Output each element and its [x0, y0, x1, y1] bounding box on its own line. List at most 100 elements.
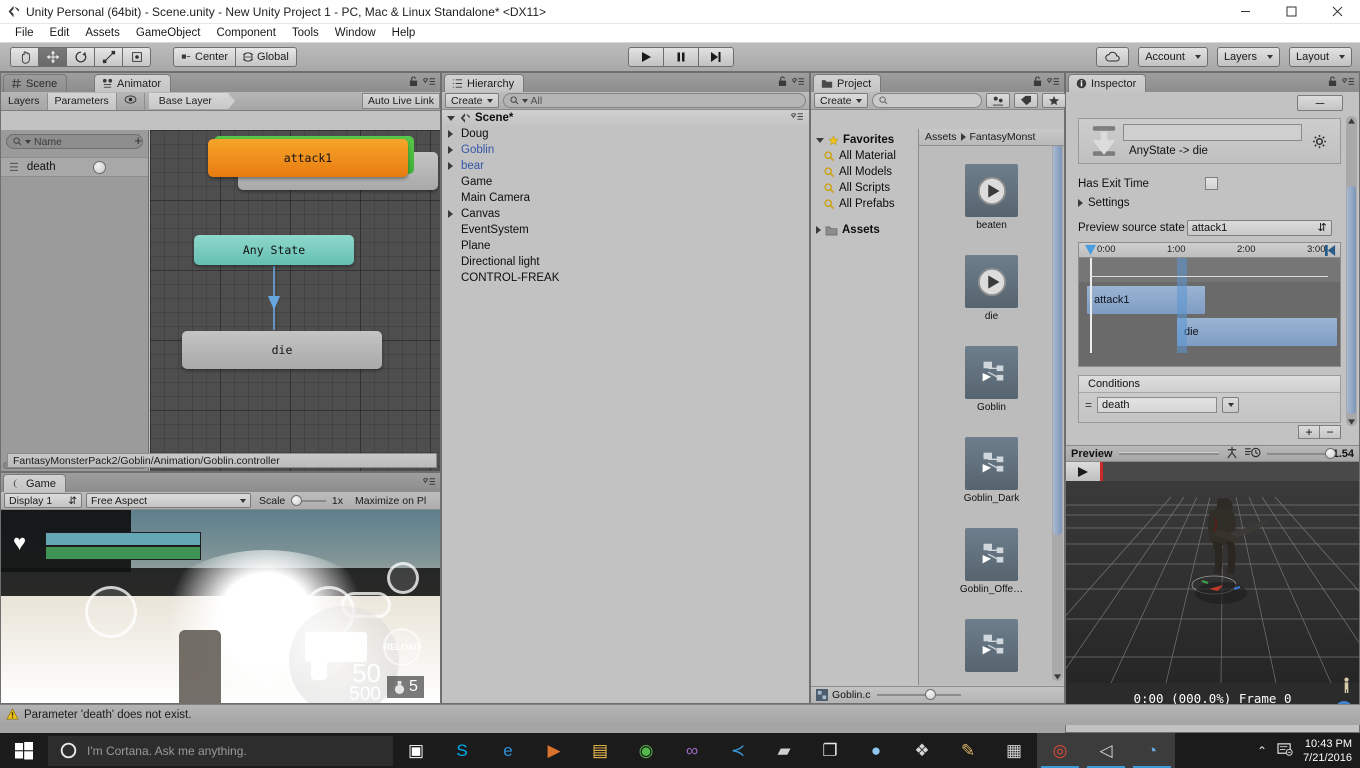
- rect-tool-button[interactable]: [122, 47, 151, 67]
- skype-icon[interactable]: S: [439, 733, 485, 768]
- scene-menu-icon[interactable]: [790, 112, 804, 124]
- windows-logo-icon[interactable]: [0, 733, 48, 768]
- parameter-search-input[interactable]: Name: [6, 134, 143, 149]
- chevron-down-icon[interactable]: [816, 137, 824, 143]
- account-dropdown[interactable]: Account: [1138, 47, 1208, 67]
- transition-name-input[interactable]: [1123, 124, 1302, 141]
- hierarchy-item-main-camera[interactable]: Main Camera: [442, 190, 809, 206]
- gear-icon[interactable]: [1312, 134, 1327, 152]
- menu-file[interactable]: File: [7, 24, 42, 43]
- project-favorite-all-prefabs[interactable]: All Prefabs: [811, 196, 918, 212]
- state-node-die[interactable]: die: [182, 331, 382, 369]
- project-zoom-slider-track[interactable]: [876, 689, 961, 700]
- preview-play-button[interactable]: [1066, 462, 1100, 481]
- project-asset-grid[interactable]: attack2 beaten die: [919, 129, 1064, 685]
- timeline-playhead[interactable]: [1177, 258, 1187, 353]
- hierarchy-item-canvas[interactable]: Canvas: [442, 206, 809, 222]
- asset-item-beaten[interactable]: beaten: [919, 164, 1064, 231]
- add-condition-button[interactable]: +: [1298, 425, 1320, 439]
- animator-eye-toggle[interactable]: [117, 92, 145, 110]
- tab-scene[interactable]: Scene: [3, 74, 68, 92]
- add-parameter-button[interactable]: +: [134, 134, 142, 147]
- chevron-right-icon[interactable]: [816, 226, 821, 234]
- preview-source-state-dropdown[interactable]: attack1 ⇵: [1186, 219, 1332, 236]
- has-exit-time-checkbox[interactable]: [1205, 177, 1218, 190]
- aspect-dropdown[interactable]: Free Aspect: [86, 493, 251, 508]
- chevron-down-icon[interactable]: [447, 115, 455, 121]
- lock-icon[interactable]: [409, 76, 418, 90]
- menu-window[interactable]: Window: [327, 24, 384, 43]
- hierarchy-item-plane[interactable]: Plane: [442, 238, 809, 254]
- media-player-icon[interactable]: ▶: [531, 733, 577, 768]
- state-node-attack1[interactable]: attack1: [208, 139, 408, 177]
- tab-hierarchy[interactable]: Hierarchy: [444, 74, 525, 92]
- hud-aim-button[interactable]: [387, 562, 419, 594]
- menu-gameobject[interactable]: GameObject: [128, 24, 209, 43]
- favorites-filter-button[interactable]: [1041, 93, 1066, 108]
- hierarchy-create-button[interactable]: Create: [445, 93, 499, 108]
- transition-timeline[interactable]: 0:00 1:00 2:00 3:00 attack1 die: [1078, 242, 1341, 367]
- tab-project[interactable]: Project: [813, 74, 882, 92]
- maximize-on-play-button[interactable]: Maximize on Pl: [351, 493, 430, 508]
- visual-studio-icon[interactable]: ∞: [669, 733, 715, 768]
- scale-slider-group[interactable]: Scale 1x: [255, 493, 347, 508]
- inspector-minimize-button[interactable]: ─: [1297, 95, 1343, 111]
- project-create-button[interactable]: Create: [814, 93, 868, 108]
- filter-by-label-button[interactable]: [1013, 93, 1038, 108]
- animator-layer-breadcrumb[interactable]: Base Layer: [148, 93, 236, 109]
- tab-inspector[interactable]: Inspector: [1068, 74, 1147, 92]
- chevron-right-icon[interactable]: [448, 130, 453, 138]
- pivot-mode-button[interactable]: Center: [173, 47, 237, 67]
- project-vscrollbar[interactable]: [1052, 133, 1063, 681]
- asset-item-goblin[interactable]: Goblin: [919, 346, 1064, 413]
- photos-icon[interactable]: ❖: [899, 733, 945, 768]
- project-favorite-all-models[interactable]: All Models: [811, 164, 918, 180]
- lock-icon[interactable]: [1033, 76, 1042, 90]
- scale-slider-track[interactable]: [291, 494, 326, 506]
- preview-viewport[interactable]: 0:00 (000.0%) Frame 0: [1066, 462, 1359, 724]
- panel-menu-icon[interactable]: [422, 76, 436, 90]
- project-vscroll-thumb[interactable]: [1053, 145, 1062, 535]
- hierarchy-item-goblin[interactable]: Goblin: [442, 142, 809, 158]
- project-favorite-all-scripts[interactable]: All Scripts: [811, 180, 918, 196]
- project-zoom-slider-knob[interactable]: [924, 689, 936, 700]
- tray-expand-chevron-icon[interactable]: ⌃: [1257, 744, 1267, 758]
- hierarchy-item-doug[interactable]: Doug: [442, 126, 809, 142]
- chevron-right-icon[interactable]: [448, 210, 453, 218]
- file-explorer-icon[interactable]: ▤: [577, 733, 623, 768]
- cortana-search-input[interactable]: I'm Cortana. Ask me anything.: [48, 735, 393, 766]
- panel-menu-icon[interactable]: [422, 476, 436, 490]
- chrome-icon[interactable]: ◎: [1037, 733, 1083, 768]
- taskbar-clock[interactable]: 10:43 PM 7/21/2016: [1303, 737, 1352, 765]
- scroll-down-icon[interactable]: [1053, 672, 1062, 681]
- panel-menu-icon[interactable]: [791, 76, 805, 90]
- settings-foldout[interactable]: Settings: [1078, 194, 1341, 211]
- pause-button[interactable]: [663, 47, 699, 67]
- scroll-up-icon[interactable]: [1347, 116, 1356, 125]
- filter-by-type-button[interactable]: [985, 93, 1010, 108]
- preview-speed-slider-knob[interactable]: [1324, 447, 1336, 459]
- hand-tool-button[interactable]: [10, 47, 39, 67]
- preview-speed-slider-track[interactable]: [1266, 447, 1336, 459]
- timeline-clip-die[interactable]: die: [1177, 318, 1337, 346]
- calculator-icon[interactable]: ▦: [991, 733, 1037, 768]
- breadcrumb-assets[interactable]: Assets: [925, 131, 957, 143]
- layers-dropdown[interactable]: Layers: [1216, 47, 1280, 67]
- project-favorite-all-material[interactable]: All Material: [811, 148, 918, 164]
- tab-animator[interactable]: Animator: [94, 74, 172, 92]
- hierarchy-scene-root[interactable]: Scene*: [442, 110, 809, 126]
- lock-icon[interactable]: [778, 76, 787, 90]
- lock-icon[interactable]: [1328, 76, 1337, 90]
- scroll-down-icon[interactable]: [1347, 417, 1356, 426]
- project-search-input[interactable]: [871, 93, 982, 108]
- asset-item-partial[interactable]: [919, 619, 1064, 672]
- project-favorites-root[interactable]: Favorites: [811, 132, 918, 148]
- rotate-tool-button[interactable]: [66, 47, 95, 67]
- asset-item-goblin-dark[interactable]: Goblin_Dark: [919, 437, 1064, 504]
- breadcrumb-folder[interactable]: FantasyMonst: [970, 131, 1036, 143]
- hud-move-joystick[interactable]: [85, 586, 137, 638]
- asset-item-goblin-offensive[interactable]: Goblin_Offe…: [919, 528, 1064, 595]
- scale-slider-knob[interactable]: [291, 494, 303, 506]
- state-node-any-state[interactable]: Any State: [194, 235, 354, 265]
- condition-dropdown-button[interactable]: [1222, 397, 1240, 413]
